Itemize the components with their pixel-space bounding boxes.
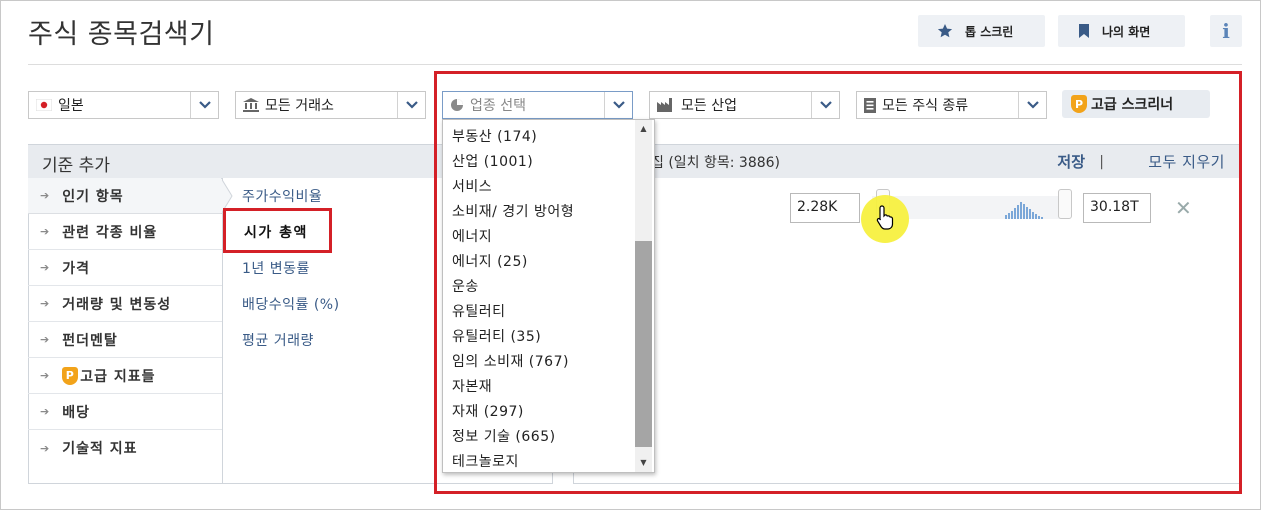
arrow-right-icon: ➔ (40, 405, 51, 418)
star-icon (937, 24, 953, 38)
sector-option[interactable]: 에너지 (443, 223, 654, 248)
industry-select[interactable]: 모든 산업 (649, 91, 840, 119)
category-label: 거래량 및 변동성 (62, 296, 172, 313)
subitem-1y-change[interactable]: 1년 변동률 (242, 250, 442, 286)
subitem-dividend-yield[interactable]: 배당수익률 (%) (242, 286, 442, 322)
max-value-input[interactable]: 30.18T (1083, 193, 1151, 223)
market-cap-highlight-box (223, 208, 332, 253)
pie-chart-icon (450, 98, 464, 112)
stock-type-select[interactable]: 모든 주식 종류 (856, 91, 1047, 119)
category-advanced-indicators[interactable]: ➔ P 고급 지표들 (28, 358, 222, 394)
sector-option[interactable]: 자재 (297) (443, 398, 654, 423)
factory-icon (657, 98, 675, 112)
save-link[interactable]: 저장 (1057, 151, 1085, 172)
scroll-down-icon[interactable]: ▼ (635, 454, 652, 471)
p-badge-icon: P (1071, 95, 1087, 113)
japan-flag-icon (36, 99, 52, 111)
sector-option[interactable]: 유틸러티 (35) (443, 323, 654, 348)
my-screen-label: 나의 화면 (1102, 24, 1151, 39)
sector-option[interactable]: 서비스 (443, 173, 654, 198)
category-fundamentals[interactable]: ➔ 펀더멘탈 (28, 322, 222, 358)
criteria-subitem-list: 주가수익비율 시가 총액 1년 변동률 배당수익률 (%) 평균 거래량 (242, 178, 442, 358)
exchange-value: 모든 거래소 (265, 98, 334, 114)
chevron-down-icon (190, 92, 218, 118)
results-header: 집 (일치 항목: 3886) 저장 | 모두 지우기 (573, 144, 1241, 178)
arrow-right-icon: ➔ (40, 297, 51, 310)
bank-icon (243, 98, 259, 112)
arrow-right-icon: ➔ (40, 189, 51, 202)
sector-select[interactable]: 업종 선택 (442, 91, 633, 119)
category-label: 관련 각종 비율 (62, 224, 158, 241)
chevron-down-icon (397, 92, 425, 118)
category-dividend[interactable]: ➔ 배당 (28, 394, 222, 430)
sector-dropdown-menu: 부동산 (174) 산업 (1001) 서비스 소비재/ 경기 방어형 에너지 … (442, 119, 655, 473)
exchange-select[interactable]: 모든 거래소 (235, 91, 426, 119)
category-label: 펀더멘탈 (62, 332, 118, 349)
category-label: 배당 (62, 404, 90, 421)
hand-cursor-icon (876, 205, 894, 230)
distribution-histogram (1005, 202, 1043, 219)
arrow-right-icon: ➔ (40, 225, 51, 238)
sector-option[interactable]: 부동산 (174) (443, 123, 654, 148)
chevron-down-icon (604, 92, 632, 118)
info-icon: i (1222, 19, 1230, 43)
criteria-category-list: ➔ 인기 항목 ➔ 관련 각종 비율 ➔ 가격 ➔ 거래량 및 변동성 ➔ 펀더멘탈 ➔ P… (28, 178, 223, 484)
category-price[interactable]: ➔ 가격 (28, 250, 222, 286)
min-value-input[interactable]: 2.28K (790, 193, 860, 223)
header-divider (28, 64, 1242, 65)
sector-option[interactable]: 운송 (443, 273, 654, 298)
country-value: 일본 (58, 98, 84, 114)
scroll-up-icon[interactable]: ▲ (635, 120, 652, 137)
category-label: 고급 지표들 (80, 368, 156, 385)
category-technical[interactable]: ➔ 기술적 지표 (28, 430, 222, 466)
stock-type-value: 모든 주식 종류 (882, 98, 969, 114)
sector-option[interactable]: 에너지 (25) (443, 248, 654, 273)
sector-option[interactable]: 임의 소비재 (767) (443, 348, 654, 373)
advanced-screener-button[interactable]: P 고급 스크리너 (1062, 90, 1210, 118)
my-screen-button[interactable]: 나의 화면 (1058, 15, 1185, 47)
category-label: 가격 (62, 260, 90, 277)
sector-placeholder: 업종 선택 (470, 98, 526, 114)
country-select[interactable]: 일본 (28, 91, 219, 119)
sector-option[interactable]: 유틸러티 (443, 298, 654, 323)
category-ratios[interactable]: ➔ 관련 각종 비율 (28, 214, 222, 250)
category-label: 인기 항목 (62, 188, 124, 205)
sector-option[interactable]: 산업 (1001) (443, 148, 654, 173)
p-badge-icon: P (62, 366, 79, 385)
header-separator: | (1099, 153, 1104, 170)
clear-all-link[interactable]: 모두 지우기 (1148, 151, 1225, 172)
chevron-down-icon (811, 92, 839, 118)
chevron-down-icon (1018, 92, 1046, 118)
remove-criterion-button[interactable]: ✕ (1175, 196, 1192, 220)
category-volume-volatility[interactable]: ➔ 거래량 및 변동성 (28, 286, 222, 322)
arrow-right-icon: ➔ (40, 333, 51, 346)
arrow-right-icon: ➔ (40, 441, 51, 455)
top-screen-button[interactable]: 톱 스크린 (918, 15, 1045, 47)
industry-value: 모든 산업 (681, 98, 737, 114)
bookmark-icon (1079, 24, 1089, 38)
category-popular[interactable]: ➔ 인기 항목 (28, 178, 222, 214)
page-title: 주식 종목검색기 (28, 19, 215, 50)
document-icon (864, 97, 876, 113)
category-label: 기술적 지표 (62, 441, 138, 457)
dropdown-scroll-thumb[interactable] (635, 241, 652, 447)
top-screen-label: 톱 스크린 (965, 24, 1014, 39)
slider-max-handle[interactable] (1058, 189, 1072, 219)
advanced-screener-label: 고급 스크리너 (1091, 97, 1174, 113)
sector-option[interactable]: 정보 기술 (665) (443, 423, 654, 448)
sector-option[interactable]: 테크놀로지 (443, 448, 654, 472)
sector-option[interactable]: 자본재 (443, 373, 654, 398)
subitem-avg-volume[interactable]: 평균 거래량 (242, 322, 442, 358)
sector-option[interactable]: 소비재/ 경기 방어형 (443, 198, 654, 223)
info-button[interactable]: i (1210, 15, 1242, 47)
arrow-right-icon: ➔ (40, 261, 51, 274)
arrow-right-icon: ➔ (40, 369, 51, 382)
